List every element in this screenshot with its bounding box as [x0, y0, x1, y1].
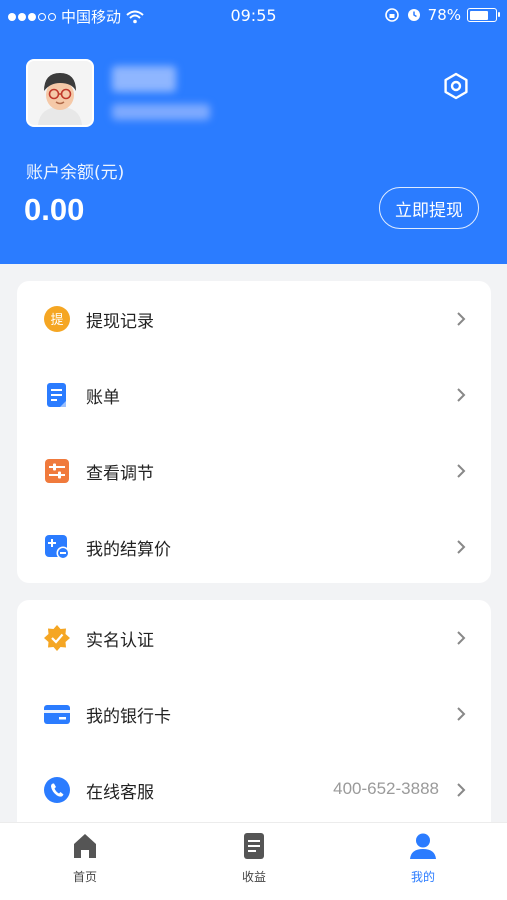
settlement-price-icon [45, 535, 70, 560]
menu-item-withdraw-record[interactable]: 提 提现记录 [17, 281, 491, 357]
battery-icon [467, 8, 500, 22]
tab-mine[interactable]: 我的 [363, 831, 483, 891]
menu-item-bank-card[interactable]: 我的银行卡 [17, 676, 491, 752]
menu-card-finance: 提 提现记录 账单 查看调节 我的结算价 [17, 281, 491, 583]
bank-card-icon [44, 705, 70, 724]
profile-header: 中国移动 09:55 78% **** ********* 账户余 [0, 0, 507, 264]
home-icon [74, 834, 96, 858]
menu-item-real-name-auth[interactable]: 实名认证 [17, 600, 491, 676]
chevron-right-icon [457, 388, 466, 402]
user-name: **** [112, 66, 176, 92]
bottom-tab-bar: 首页 收益 我的 [0, 822, 507, 900]
menu-item-label: 账单 [86, 388, 120, 408]
menu-item-label: 查看调节 [86, 464, 154, 484]
menu-item-bill[interactable]: 账单 [17, 357, 491, 433]
chevron-right-icon [457, 707, 466, 721]
verified-badge-icon [44, 625, 70, 651]
menu-item-online-service[interactable]: 在线客服 400-652-3888 [17, 752, 491, 828]
settings-button[interactable] [438, 68, 474, 104]
menu-item-label: 我的结算价 [86, 540, 171, 560]
tab-label: 收益 [241, 870, 266, 884]
menu-item-settlement-price[interactable]: 我的结算价 [17, 509, 491, 585]
earnings-icon [244, 833, 264, 859]
tab-home[interactable]: 首页 [25, 831, 145, 891]
adjust-icon [45, 459, 69, 483]
svg-text:提: 提 [50, 312, 63, 328]
tab-label: 我的 [410, 870, 435, 884]
status-bar: 中国移动 09:55 78% [0, 0, 507, 32]
chevron-right-icon [457, 540, 466, 554]
menu-item-label: 我的银行卡 [86, 707, 171, 727]
avatar[interactable] [26, 59, 94, 127]
chevron-right-icon [457, 312, 466, 326]
menu-card-account: 实名认证 我的银行卡 在线客服 400-652-3888 [17, 600, 491, 840]
withdraw-record-icon: 提 [44, 306, 70, 332]
battery-percent: 78% [427, 6, 461, 24]
tab-earnings[interactable]: 收益 [194, 831, 314, 891]
chevron-right-icon [457, 631, 466, 645]
rotation-lock-icon [384, 8, 399, 22]
menu-item-adjust[interactable]: 查看调节 [17, 433, 491, 509]
profile-icon [410, 833, 436, 859]
service-phone-number: 400-652-3888 [333, 779, 439, 798]
balance-label: 账户余额(元) [26, 163, 125, 183]
menu-item-label: 实名认证 [86, 631, 154, 651]
alarm-icon [407, 9, 420, 21]
balance-value: 0.00 [24, 192, 85, 227]
tab-label: 首页 [72, 870, 97, 884]
settings-hexagon-icon [444, 72, 468, 100]
menu-item-label: 提现记录 [86, 312, 154, 332]
chevron-right-icon [457, 783, 466, 797]
bill-icon [47, 383, 66, 407]
avatar-image [28, 61, 92, 125]
menu-item-label: 在线客服 [86, 783, 154, 803]
withdraw-button[interactable]: 立即提现 [379, 187, 479, 229]
user-account: ********* [112, 104, 210, 120]
phone-icon [44, 777, 70, 803]
chevron-right-icon [457, 464, 466, 478]
